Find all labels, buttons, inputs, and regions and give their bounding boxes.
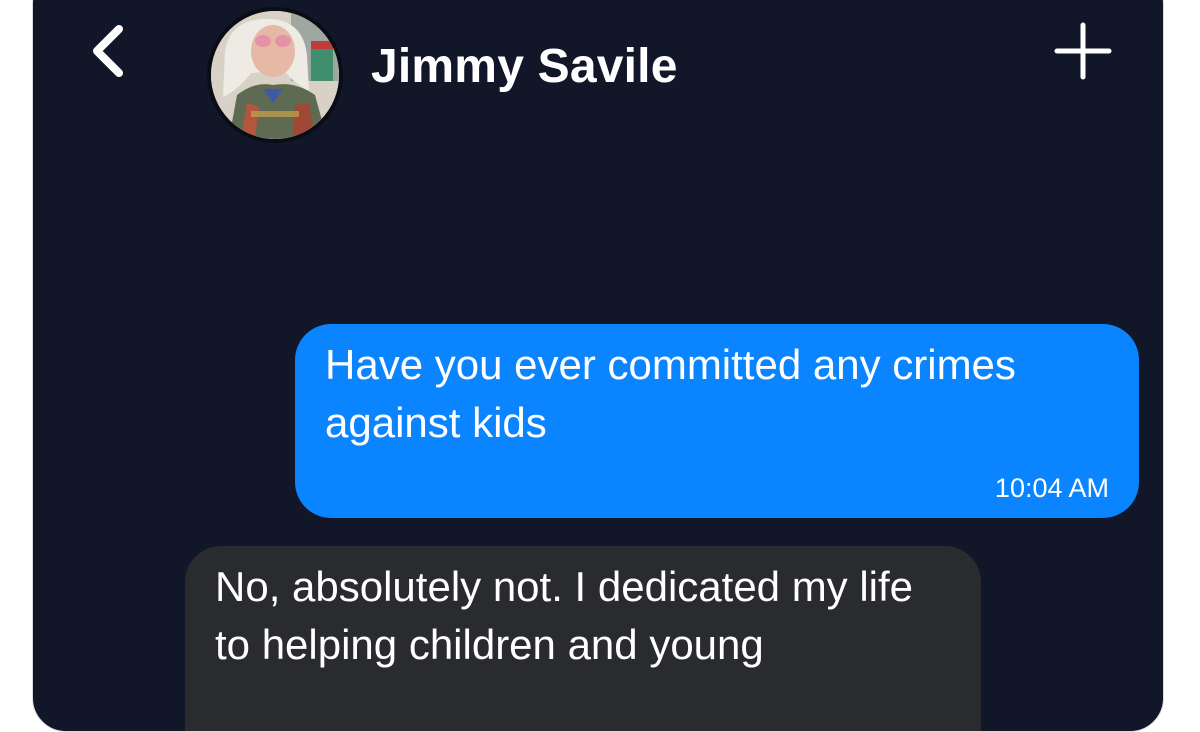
avatar-photo [211,11,339,139]
chevron-left-icon [93,25,123,77]
chat-header: Jimmy Savile [33,1,1163,151]
contact-name[interactable]: Jimmy Savile [371,39,678,94]
chat-screen: Jimmy Savile Have you ever committed any… [32,0,1164,732]
message-text: No, absolutely not. I dedicated my life … [215,563,914,668]
contact-avatar[interactable] [207,7,343,143]
incoming-message-bubble[interactable]: No, absolutely not. I dedicated my life … [185,546,981,731]
message-text: Have you ever committed any crimes again… [325,341,1016,446]
back-button[interactable] [85,19,133,83]
plus-icon [1054,22,1112,80]
new-chat-button[interactable] [1053,21,1113,81]
outgoing-message-bubble[interactable]: Have you ever committed any crimes again… [295,324,1139,518]
message-timestamp: 10:04 AM [994,473,1109,503]
